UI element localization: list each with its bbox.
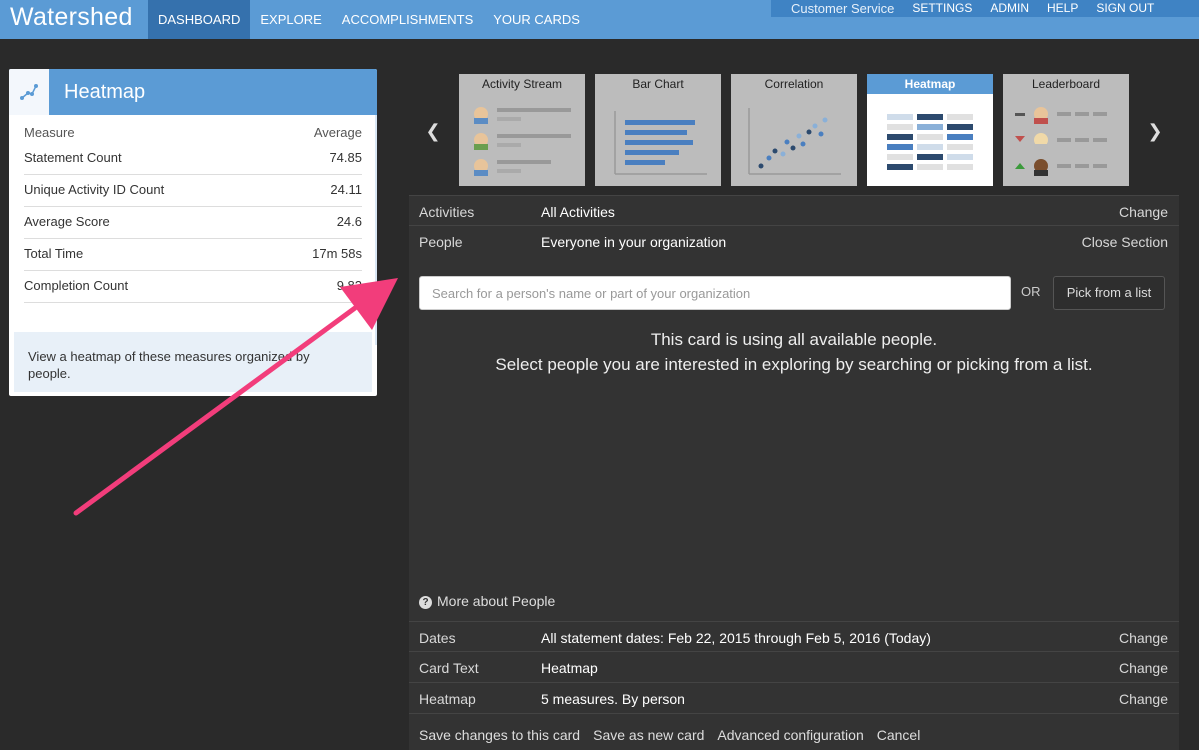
carousel-next-button[interactable]: ❯: [1145, 119, 1165, 143]
section-value: All statement dates: Feb 22, 2015 throug…: [541, 630, 931, 646]
dates-change-link[interactable]: Change: [1119, 630, 1168, 646]
measure-column-header: Measure: [24, 125, 75, 140]
row-label: Statement Count: [24, 150, 122, 165]
card-description: View a heatmap of these measures organiz…: [28, 349, 310, 381]
table-header: Measure Average: [24, 125, 362, 143]
people-close-section-link[interactable]: Close Section: [1082, 234, 1168, 250]
section-value: Everyone in your organization: [541, 234, 727, 250]
section-value: Heatmap: [541, 660, 598, 676]
card-type-activity-stream[interactable]: Activity Stream: [459, 74, 585, 186]
card-title: Heatmap: [64, 81, 146, 103]
message-line-2: Select people you are interested in expl…: [495, 355, 1093, 374]
pick-from-list-button[interactable]: Pick from a list: [1053, 276, 1165, 310]
nav-accomplishments[interactable]: ACCOMPLISHMENTS: [332, 0, 483, 39]
editor-actions: Save changes to this card Save as new ca…: [419, 727, 933, 743]
chevron-left-icon: ❮: [425, 121, 441, 141]
nav-your-cards[interactable]: YOUR CARDS: [483, 0, 590, 39]
card-header: Heatmap: [9, 69, 377, 115]
table-row: Total Time 17m 58s: [24, 239, 362, 271]
section-activities: Activities All Activities Change: [409, 195, 1179, 226]
section-heatmap: Heatmap 5 measures. By person Change: [409, 683, 1179, 714]
advanced-configuration-button[interactable]: Advanced configuration: [717, 727, 863, 743]
watershed-logo[interactable]: Watershed: [10, 3, 133, 32]
card-type-carousel: ❮ Activity Stream Bar Chart Correlation …: [409, 69, 1179, 195]
sign-out-link[interactable]: SIGN OUT: [1096, 0, 1154, 17]
card-scroll-edge: [375, 115, 377, 345]
settings-link[interactable]: SETTINGS: [912, 0, 972, 17]
correlation-thumbnail-icon: [748, 108, 841, 175]
table-row: Unique Activity ID Count 24.11: [24, 175, 362, 207]
card-editor-panel: ❮ Activity Stream Bar Chart Correlation …: [409, 69, 1179, 750]
row-value: 24.11: [330, 182, 362, 197]
chevron-right-icon: ❯: [1147, 121, 1163, 141]
row-value: 17m 58s: [312, 246, 362, 261]
leaderboard-thumbnail-icon: [1015, 107, 1107, 176]
question-circle-icon: ?: [419, 596, 432, 609]
card-type-label: Activity Stream: [481, 77, 562, 91]
table-row: Statement Count 74.85: [24, 143, 362, 175]
section-people: People Everyone in your organization Clo…: [409, 226, 1179, 257]
section-label: Heatmap: [419, 691, 476, 707]
people-search-input[interactable]: [419, 276, 1011, 310]
row-label: Completion Count: [24, 278, 129, 293]
utility-nav: Customer Service SETTINGS ADMIN HELP SIG…: [771, 0, 1199, 17]
save-as-new-card-button[interactable]: Save as new card: [593, 727, 704, 743]
section-label: Card Text: [419, 660, 479, 676]
customer-service-link[interactable]: Customer Service: [791, 0, 894, 17]
heatmap-thumbnail-icon: [887, 114, 973, 170]
card-type-label: Bar Chart: [632, 77, 684, 91]
card-type-correlation[interactable]: Correlation: [731, 74, 857, 186]
admin-link[interactable]: ADMIN: [990, 0, 1029, 17]
section-label: Dates: [419, 630, 456, 646]
average-column-header: Average: [313, 125, 362, 140]
card-type-label: Leaderboard: [1031, 77, 1101, 91]
cancel-button[interactable]: Cancel: [877, 727, 921, 743]
more-about-people-label: More about People: [437, 593, 556, 609]
or-label: OR: [1021, 284, 1041, 299]
section-value: 5 measures. By person: [541, 691, 685, 707]
save-changes-button[interactable]: Save changes to this card: [419, 727, 580, 743]
card-text-change-link[interactable]: Change: [1119, 660, 1168, 676]
measures-table: Measure Average Statement Count 74.85 Un…: [24, 125, 362, 303]
row-value: 74.85: [329, 150, 362, 165]
heatmap-card-preview: Heatmap Measure Average Statement Count …: [9, 69, 377, 396]
activity-stream-thumbnail-icon: [474, 107, 571, 176]
heatmap-change-link[interactable]: Change: [1119, 691, 1168, 707]
card-type-leaderboard[interactable]: Leaderboard: [1003, 74, 1129, 186]
card-type-label: Correlation: [764, 77, 824, 91]
top-navigation-bar: Watershed DASHBOARD EXPLORE ACCOMPLISHME…: [0, 0, 1199, 39]
row-label: Average Score: [24, 214, 110, 229]
activities-change-link[interactable]: Change: [1119, 204, 1168, 220]
section-label: People: [419, 234, 463, 250]
carousel-prev-button[interactable]: ❮: [423, 119, 443, 143]
more-about-people-link[interactable]: ? More about People: [419, 593, 555, 609]
card-type-label: Heatmap: [867, 74, 993, 94]
row-value: 24.6: [336, 214, 362, 229]
table-row: Average Score 24.6: [24, 207, 362, 239]
card-type-heatmap[interactable]: Heatmap: [867, 74, 993, 186]
section-value: All Activities: [541, 204, 615, 220]
message-line-1: This card is using all available people.: [650, 330, 938, 349]
row-label: Total Time: [24, 246, 84, 261]
bar-chart-thumbnail-icon: [614, 111, 707, 175]
section-dates: Dates All statement dates: Feb 22, 2015 …: [409, 621, 1179, 652]
main-nav: DASHBOARD EXPLORE ACCOMPLISHMENTS YOUR C…: [148, 0, 590, 39]
card-type-bar-chart[interactable]: Bar Chart: [595, 74, 721, 186]
logo-text: Watershed: [10, 3, 133, 31]
section-card-text: Card Text Heatmap Change: [409, 652, 1179, 683]
section-label: Activities: [419, 204, 475, 220]
card-description-box: View a heatmap of these measures organiz…: [14, 332, 372, 392]
row-label: Unique Activity ID Count: [24, 182, 165, 197]
people-info-message: This card is using all available people.…: [409, 327, 1179, 377]
help-link[interactable]: HELP: [1047, 0, 1078, 17]
table-row: Completion Count 9.82: [24, 271, 362, 303]
nav-explore[interactable]: EXPLORE: [250, 0, 331, 39]
row-value: 9.82: [336, 278, 362, 293]
nav-dashboard[interactable]: DASHBOARD: [148, 0, 251, 39]
scatter-trend-icon: [9, 69, 49, 115]
